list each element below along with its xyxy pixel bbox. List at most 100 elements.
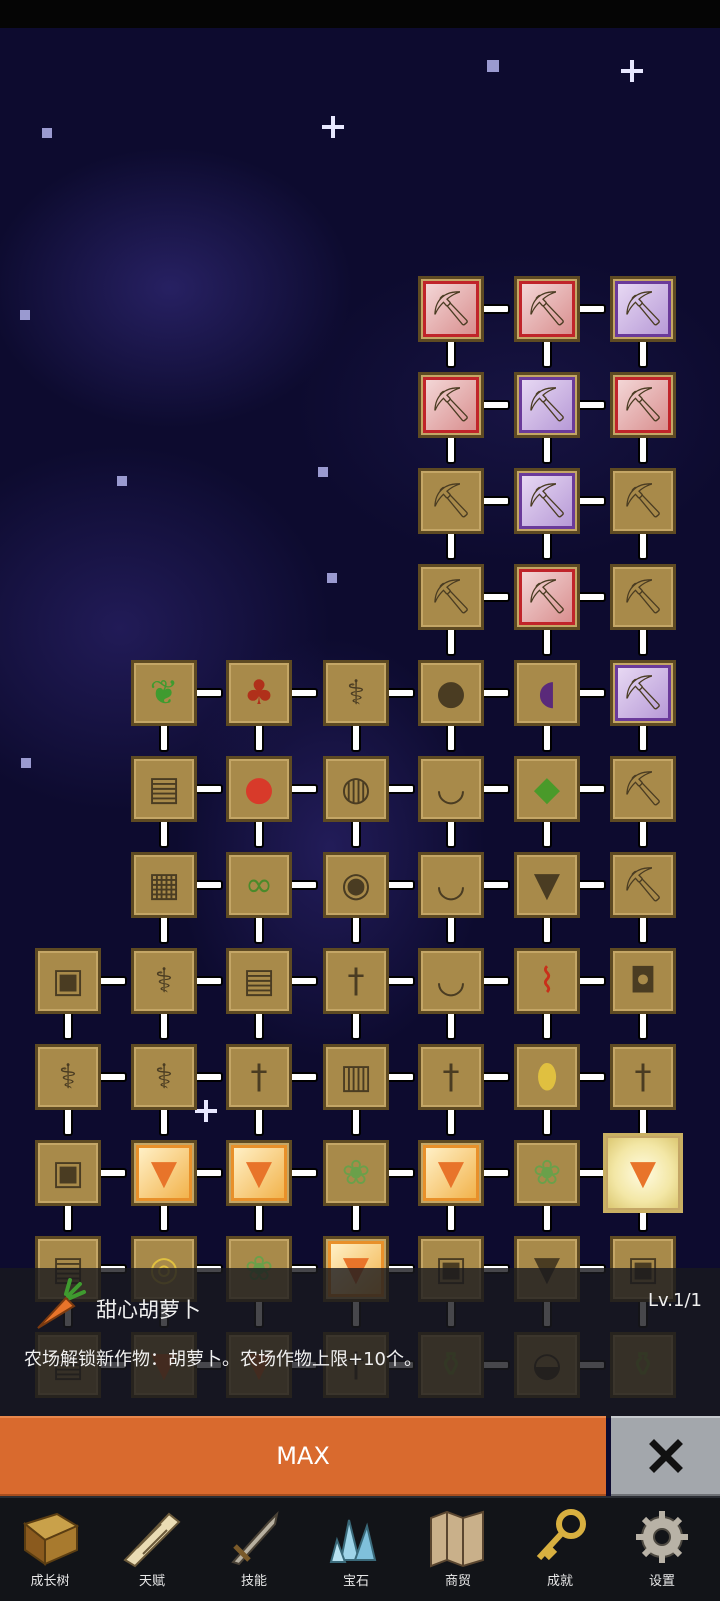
tree-link (638, 530, 648, 560)
skill-node[interactable]: † (610, 1044, 676, 1110)
tree-link (385, 976, 415, 986)
chest-icon: ▣ (51, 1153, 85, 1193)
skill-node[interactable]: ▣ (35, 948, 101, 1014)
skill-node-frame: ▤ (136, 761, 192, 817)
skill-node-frame: ⛏ (423, 377, 479, 433)
skill-node[interactable]: ▦ (131, 852, 197, 918)
nav-item-trade[interactable]: 商贸 (408, 1498, 508, 1601)
shovel-icon: ⛏ (429, 481, 473, 521)
skill-node[interactable]: † (226, 1044, 292, 1110)
tomato-icon: ● (244, 769, 274, 809)
skill-node[interactable]: ▼ (418, 1140, 484, 1206)
skill-node[interactable]: ⛏ (610, 852, 676, 918)
skill-node[interactable]: ◉ (323, 852, 389, 918)
skill-node[interactable]: ◆ (514, 756, 580, 822)
skill-node[interactable]: ⚕ (323, 660, 389, 726)
skill-node[interactable]: ▼ (603, 1133, 683, 1213)
nav-item-achievements[interactable]: 成就 (510, 1498, 610, 1601)
skill-node[interactable]: ⛏ (610, 468, 676, 534)
skill-node[interactable]: ⛏ (610, 660, 676, 726)
skill-node[interactable]: ◘ (610, 948, 676, 1014)
tree-link (63, 1010, 73, 1040)
skill-node[interactable]: ◡ (418, 756, 484, 822)
skill-node[interactable]: ◡ (418, 948, 484, 1014)
skill-description: 农场解锁新作物：胡萝卜。农场作物上限+10个。 (24, 1349, 422, 1370)
skill-node[interactable]: ⛏ (514, 468, 580, 534)
skill-node[interactable]: ⛏ (610, 276, 676, 342)
bottom-nav: 成长树 天赋 技能 宝石 商贸 成就 设置 (0, 1496, 720, 1601)
cabbage-icon: ❀ (341, 1153, 371, 1193)
skill-node[interactable]: ▥ (323, 1044, 389, 1110)
skill-node[interactable]: ❀ (514, 1140, 580, 1206)
skill-node[interactable]: ◍ (323, 756, 389, 822)
skill-node-frame: ● (231, 761, 287, 817)
skill-node[interactable]: ⛏ (514, 276, 580, 342)
skill-node-frame: ▤ (231, 953, 287, 1009)
skill-node[interactable]: ⛏ (418, 564, 484, 630)
skill-node[interactable]: ◖ (514, 660, 580, 726)
tree-link (480, 592, 510, 602)
skill-node[interactable]: ⚕ (131, 1044, 197, 1110)
skill-node[interactable]: ● (226, 756, 292, 822)
skill-node-frame: ⌇ (519, 953, 575, 1009)
close-button[interactable] (611, 1416, 720, 1496)
skill-node-frame: ⛏ (423, 473, 479, 529)
tree-link (576, 496, 606, 506)
skill-node[interactable]: † (323, 948, 389, 1014)
skill-node[interactable]: ❀ (323, 1140, 389, 1206)
skill-node[interactable]: ▼ (226, 1140, 292, 1206)
staff-icon: ⚕ (154, 961, 174, 1001)
skill-node[interactable]: ⚕ (131, 948, 197, 1014)
skill-node[interactable]: ▤ (131, 756, 197, 822)
skill-node[interactable]: ❦ (131, 660, 197, 726)
skill-node[interactable]: ⛏ (418, 372, 484, 438)
skill-node[interactable]: ◡ (418, 852, 484, 918)
skill-node[interactable]: ⛏ (610, 564, 676, 630)
tree-link (446, 818, 456, 848)
tree-link (446, 1010, 456, 1040)
skill-node[interactable]: ▼ (131, 1140, 197, 1206)
skill-node[interactable]: ⬮ (514, 1044, 580, 1110)
skill-node-frame: ◉ (328, 857, 384, 913)
skill-node[interactable]: ⛏ (610, 756, 676, 822)
skill-node[interactable]: ∞ (226, 852, 292, 918)
skill-node[interactable]: ▣ (35, 1140, 101, 1206)
skill-node[interactable]: ▼ (514, 852, 580, 918)
skill-node[interactable]: ⚕ (35, 1044, 101, 1110)
tree-link (446, 1202, 456, 1232)
skill-node[interactable]: ● (418, 660, 484, 726)
skill-node[interactable]: ⛏ (418, 468, 484, 534)
tree-link (446, 338, 456, 368)
skill-node-frame: ⛏ (615, 281, 671, 337)
skill-node[interactable]: ♣ (226, 660, 292, 726)
onion-icon: ◍ (341, 769, 371, 809)
skill-node-frame: ▼ (231, 1145, 287, 1201)
skill-node[interactable]: ⛏ (418, 276, 484, 342)
tree-link (446, 722, 456, 752)
skill-node-frame: ⛏ (519, 377, 575, 433)
skill-node-frame: ⛏ (615, 377, 671, 433)
nav-item-settings[interactable]: 设置 (612, 1498, 712, 1601)
skill-node-frame: ▥ (328, 1049, 384, 1105)
skill-node[interactable]: † (418, 1044, 484, 1110)
nav-label: 商贸 (444, 1574, 471, 1589)
nav-item-gems[interactable]: 宝石 (306, 1498, 406, 1601)
skill-node-frame: ⛏ (519, 281, 575, 337)
tree-link (542, 626, 552, 656)
skill-node[interactable]: ⌇ (514, 948, 580, 1014)
tree-link (288, 1072, 318, 1082)
skill-node-frame: ▣ (40, 1145, 96, 1201)
skill-node[interactable]: ⛏ (610, 372, 676, 438)
nav-item-growth-tree[interactable]: 成长树 (0, 1498, 100, 1601)
skill-node[interactable]: ⛏ (514, 372, 580, 438)
nav-item-talent[interactable]: 天赋 (102, 1498, 202, 1601)
bag-icon: ◘ (629, 961, 657, 1001)
tree-link (576, 1072, 606, 1082)
tree-link (193, 784, 223, 794)
skill-node-frame: ⚕ (136, 1049, 192, 1105)
skill-node[interactable]: ▤ (226, 948, 292, 1014)
nav-item-skills[interactable]: 技能 (204, 1498, 304, 1601)
skill-node[interactable]: ⛏ (514, 564, 580, 630)
max-button[interactable]: MAX (0, 1416, 606, 1496)
shovel-icon: ⛏ (621, 577, 665, 617)
